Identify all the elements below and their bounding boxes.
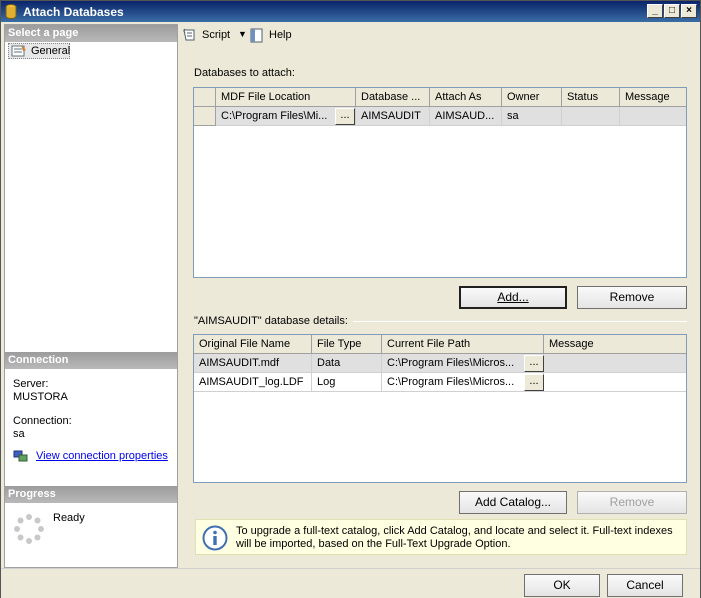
help-icon	[250, 28, 263, 43]
table-cell[interactable]: AIMSAUDIT	[356, 107, 430, 126]
column-header[interactable]: Owner	[502, 88, 562, 107]
column-header[interactable]: File Type	[312, 335, 382, 354]
page-item-general[interactable]: General	[8, 43, 70, 59]
ok-button[interactable]: OK	[524, 574, 600, 597]
title-bar: Attach Databases _ □ ×	[1, 1, 700, 22]
attach-databases-window: Attach Databases _ □ × Select a page Gen…	[0, 0, 701, 598]
maximize-button[interactable]: □	[664, 4, 680, 18]
cancel-button[interactable]: Cancel	[607, 574, 683, 597]
progress-status: Ready	[53, 512, 85, 524]
server-label: Server:	[13, 378, 49, 390]
column-header[interactable]: Message	[544, 335, 686, 354]
script-label: Script	[202, 29, 231, 41]
row-header[interactable]	[194, 107, 216, 126]
table-cell[interactable]: Log	[312, 373, 382, 392]
server-value: MUSTORA	[13, 391, 68, 403]
browse-mdf-button[interactable]: ...	[335, 108, 355, 125]
table-cell[interactable]	[544, 373, 686, 392]
table-cell[interactable]: AIMSAUD...	[430, 107, 502, 126]
connection-properties-icon	[13, 450, 28, 462]
script-icon	[183, 28, 195, 41]
close-button[interactable]: ×	[681, 4, 697, 18]
general-page-icon	[11, 45, 26, 57]
table-cell[interactable]	[620, 107, 686, 126]
table-cell[interactable]: AIMSAUDIT_log.LDF	[194, 373, 312, 392]
database-icon	[5, 4, 17, 19]
table-cell[interactable]	[544, 354, 686, 373]
column-header[interactable]: Database ...	[356, 88, 430, 107]
column-header[interactable]: MDF File Location	[216, 88, 356, 107]
group-divider	[353, 321, 687, 322]
mdf-location-value: C:\Program Files\Mi...	[221, 110, 328, 122]
browse-file-button[interactable]: ...	[524, 355, 544, 372]
add-database-button[interactable]: Add...	[459, 286, 567, 309]
column-header[interactable]: Status	[562, 88, 620, 107]
details-group-label: "AIMSAUDIT" database details:	[194, 315, 348, 327]
connection-label: Connection:	[13, 415, 72, 427]
table-cell[interactable]	[562, 107, 620, 126]
left-pane: Select a page General Connection Server:…	[4, 24, 178, 568]
chevron-down-icon[interactable]: ▼	[238, 26, 247, 43]
toolbar: Script ▼ Help	[179, 24, 699, 46]
column-header[interactable]: Attach As	[430, 88, 502, 107]
table-cell[interactable]: C:\Program Files\Micros...	[382, 354, 544, 373]
progress-header: Progress	[5, 486, 177, 503]
browse-file-button[interactable]: ...	[524, 374, 544, 391]
column-header[interactable]: Current File Path	[382, 335, 544, 354]
details-grid[interactable]: Original File Name File Type Current Fil…	[193, 334, 687, 483]
databases-group-label: Databases to attach:	[194, 67, 295, 79]
progress-spinner-icon	[14, 514, 44, 544]
view-connection-properties-link[interactable]: View connection properties	[36, 450, 168, 462]
window-title: Attach Databases	[23, 5, 124, 19]
column-header[interactable]: Original File Name	[194, 335, 312, 354]
connection-header: Connection	[5, 352, 177, 369]
help-label: Help	[269, 29, 292, 41]
column-header[interactable]: Message	[620, 88, 686, 107]
select-page-header: Select a page	[5, 25, 177, 42]
remove-database-button[interactable]: Remove	[577, 286, 687, 309]
add-button-label: Add...	[497, 290, 529, 304]
page-item-label: General	[31, 45, 71, 57]
info-icon	[202, 525, 228, 551]
info-bar: To upgrade a full-text catalog, click Ad…	[195, 519, 687, 555]
table-cell[interactable]: C:\Program Files\Micros...	[382, 373, 544, 392]
table-cell[interactable]: AIMSAUDIT.mdf	[194, 354, 312, 373]
grid-corner	[194, 88, 216, 107]
table-cell[interactable]: sa	[502, 107, 562, 126]
add-catalog-button[interactable]: Add Catalog...	[459, 491, 567, 514]
table-cell[interactable]: Data	[312, 354, 382, 373]
connection-value: sa	[13, 428, 25, 440]
databases-grid[interactable]: MDF File Location Database ... Attach As…	[193, 87, 687, 278]
remove-file-button[interactable]: Remove	[577, 491, 687, 514]
minimize-button[interactable]: _	[647, 4, 663, 18]
info-text: To upgrade a full-text catalog, click Ad…	[236, 525, 673, 550]
